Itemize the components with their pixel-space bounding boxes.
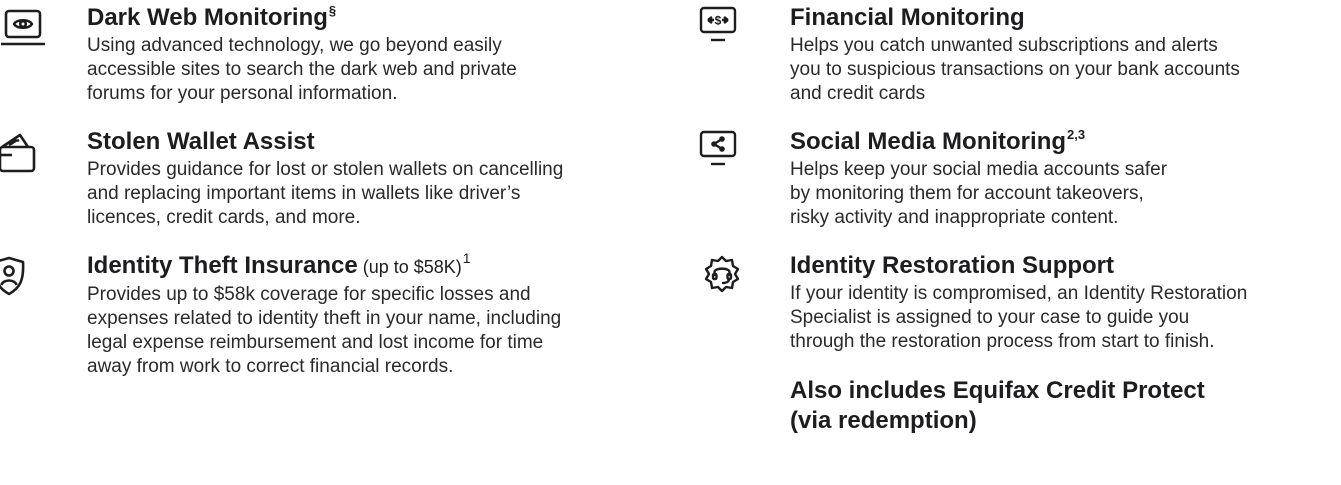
- feature-dark-web-monitoring: Dark Web Monitoring§ Using advanced tech…: [0, 3, 660, 106]
- feature-title: Identity Theft Insurance (up to $58K)1: [87, 250, 471, 279]
- feature-description: If your identity is compromised, an Iden…: [790, 283, 1248, 352]
- feature-identity-theft-insurance: Identity Theft Insurance (up to $58K)1 P…: [0, 251, 660, 379]
- wallet-card-icon: [0, 131, 36, 177]
- feature-stolen-wallet-assist: Stolen Wallet Assist Provides guidance f…: [0, 127, 660, 230]
- left-feature-column: Dark Web Monitoring§ Using advanced tech…: [0, 0, 660, 379]
- feature-title: Identity Restoration Support: [790, 252, 1114, 279]
- feature-title: Social Media Monitoring2,3: [790, 127, 1086, 155]
- feature-title: Dark Web Monitoring§: [87, 3, 337, 31]
- feature-description: Helps keep your social media accounts sa…: [790, 159, 1168, 228]
- feature-social-media-monitoring: Social Media Monitoring2,3 Helps keep yo…: [699, 127, 1341, 230]
- feature-description: Provides guidance for lost or stolen wal…: [87, 159, 564, 228]
- also-includes-heading: Also includes Equifax Credit Protect (vi…: [790, 377, 1205, 434]
- feature-financial-monitoring: $ Financial Monitoring Helps you catch u…: [699, 3, 1341, 106]
- right-feature-column: $ Financial Monitoring Helps you catch u…: [699, 0, 1341, 436]
- monitor-dollar-icon: $: [695, 6, 741, 52]
- monitor-share-icon: [695, 130, 741, 176]
- feature-description: Helps you catch unwanted subscriptions a…: [790, 35, 1240, 104]
- feature-title: Financial Monitoring: [790, 4, 1025, 31]
- feature-title: Stolen Wallet Assist: [87, 128, 315, 155]
- svg-text:$: $: [715, 14, 722, 28]
- feature-identity-restoration-support: Identity Restoration Support If your ide…: [703, 251, 1341, 354]
- identity-shield-icon: [0, 254, 32, 300]
- feature-description: Using advanced technology, we go beyond …: [87, 35, 517, 104]
- support-headset-icon: [699, 254, 745, 300]
- feature-description: Provides up to $58k coverage for specifi…: [87, 284, 562, 377]
- monitor-eye-icon: [0, 9, 46, 55]
